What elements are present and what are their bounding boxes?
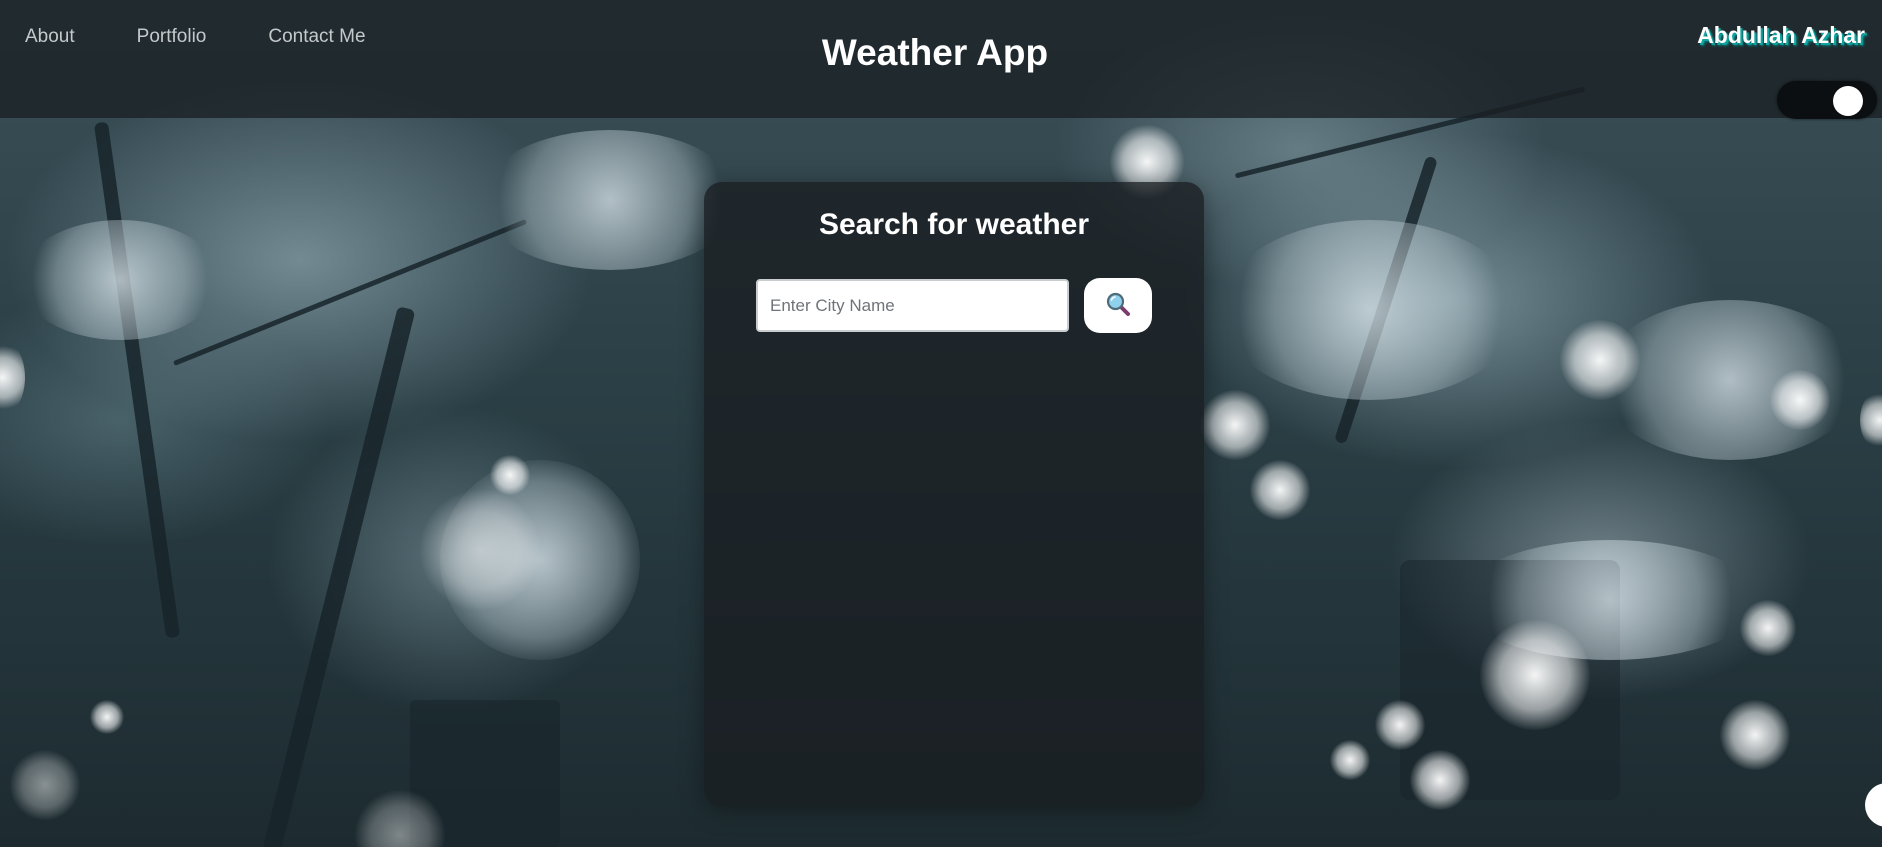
search-icon — [1105, 291, 1131, 320]
top-header: About Portfolio Contact Me Weather App A… — [0, 0, 1882, 118]
toggle-knob — [1833, 86, 1863, 116]
brand-name: Abdullah Azhar — [1697, 22, 1865, 48]
app-title: Weather App — [821, 32, 1049, 73]
search-title: Search for weather — [818, 208, 1090, 241]
search-card: Search for weather — [704, 182, 1204, 807]
theme-toggle[interactable] — [1777, 81, 1877, 119]
search-button[interactable] — [1084, 278, 1152, 333]
city-search-input[interactable] — [756, 279, 1069, 332]
